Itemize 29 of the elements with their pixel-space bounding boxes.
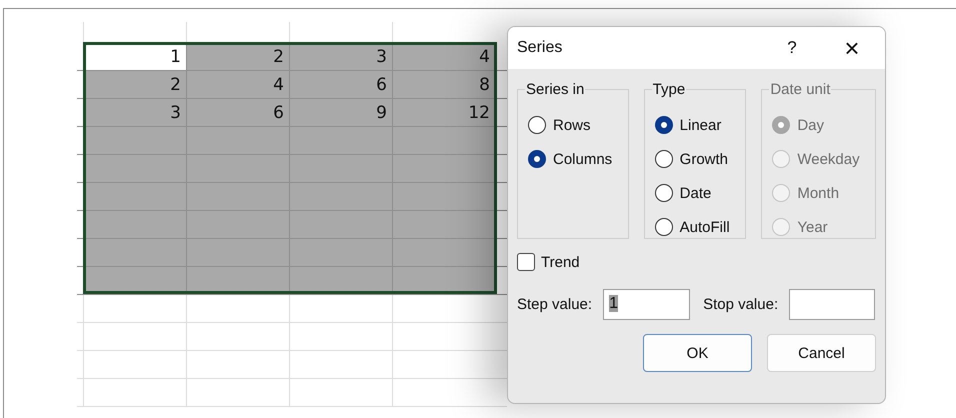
window-title: Series <box>517 39 564 57</box>
table-cell: 6 <box>186 99 289 126</box>
field-label: Stop value: <box>703 296 778 313</box>
table-cell: 9 <box>289 99 392 126</box>
table-cell: 4 <box>392 43 495 70</box>
option-label[interactable]: Linear <box>680 116 722 134</box>
table-cell: 3 <box>289 43 392 70</box>
close-button[interactable]: × <box>837 32 867 64</box>
group-label: Date unit <box>769 81 832 98</box>
table-cell: 8 <box>392 71 495 98</box>
group-label: Series in <box>525 81 586 98</box>
help-button[interactable]: ? <box>777 38 807 58</box>
option-label[interactable]: Date <box>680 184 712 202</box>
table-cell: 3 <box>83 99 186 126</box>
option-label[interactable]: AutoFill <box>680 218 730 236</box>
option-label[interactable]: Columns <box>553 150 612 168</box>
option-label[interactable]: Growth <box>680 150 728 168</box>
checkbox-label[interactable]: Trend <box>541 254 580 270</box>
table-cell: 6 <box>289 71 392 98</box>
table-cell: 2 <box>83 71 186 98</box>
table-cell: 4 <box>186 71 289 98</box>
step-value-field[interactable]: 1 <box>603 289 690 320</box>
dialog-button[interactable]: OK <box>643 334 752 372</box>
group-label: Type <box>652 81 686 98</box>
table-cell: 12 <box>392 99 495 126</box>
table-cell: 2 <box>186 43 289 70</box>
option-label[interactable]: Rows <box>553 116 591 134</box>
field-label: Step value: <box>517 296 592 313</box>
dialog-button[interactable]: Cancel <box>767 334 876 372</box>
